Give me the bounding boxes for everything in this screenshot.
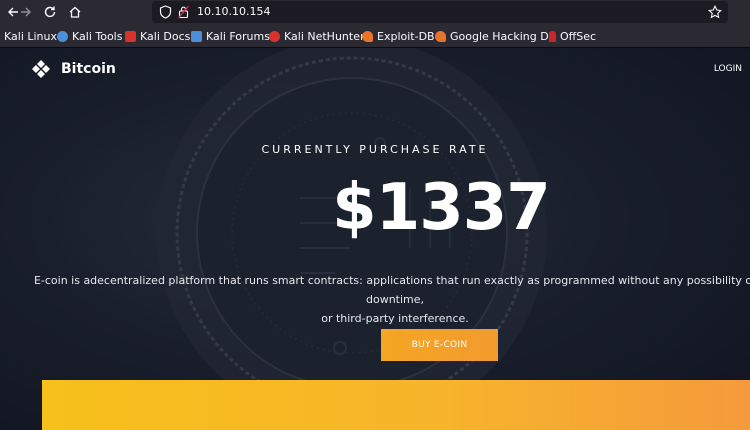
- diamond-logo-icon: [32, 60, 50, 78]
- browser-nav-bar: 10.10.10.154: [0, 0, 750, 25]
- star-bookmark-icon[interactable]: [708, 5, 722, 19]
- bookmark-label: Kali Docs: [140, 30, 191, 43]
- arrow-right-icon: [21, 7, 31, 17]
- bookmark-label: Google Hacking DB: [450, 30, 557, 43]
- brand-logo[interactable]: Bitcoin: [31, 59, 116, 79]
- hero-description-line-1: E-coin is adecentralized platform that r…: [33, 274, 750, 306]
- bookmark-offsec[interactable]: OffSec: [549, 29, 596, 44]
- ghdb-icon: [435, 31, 446, 42]
- home-icon: [69, 6, 81, 18]
- nethunter-icon: [269, 31, 280, 42]
- buy-ecoin-button[interactable]: BUY E-COIN: [381, 329, 498, 361]
- kali-tools-icon: [57, 31, 68, 42]
- bookmark-google-hacking-db[interactable]: Google Hacking DB: [435, 29, 556, 44]
- brand-name: Bitcoin: [61, 61, 116, 77]
- hero-description-line-2: or third-party interference.: [321, 312, 469, 325]
- hero-description: E-coin is adecentralized platform that r…: [30, 271, 750, 328]
- bookmark-kali-tools[interactable]: Kali Tools: [57, 29, 122, 44]
- bookmark-label: Kali Linux: [4, 30, 58, 43]
- bookmark-label: Kali Tools: [72, 30, 123, 43]
- home-button[interactable]: [65, 2, 85, 22]
- kali-forums-icon: [191, 31, 202, 42]
- feature-section-banner: [42, 380, 750, 430]
- web-page: Bitcoin LOGIN CURRENTLY PURCHASE RATE $1…: [0, 48, 750, 430]
- url-text[interactable]: 10.10.10.154: [197, 4, 270, 20]
- bookmarks-toolbar: Kali Linux Kali Tools Kali Docs Kali For…: [0, 25, 750, 48]
- bookmark-exploit-db[interactable]: Exploit-DB: [362, 29, 435, 44]
- bookmark-kali-docs[interactable]: Kali Docs: [125, 29, 190, 44]
- exploit-db-icon: [362, 31, 373, 42]
- bookmark-kali-forums[interactable]: Kali Forums: [191, 29, 270, 44]
- reload-icon: [44, 6, 56, 18]
- address-bar[interactable]: 10.10.10.154: [152, 1, 728, 23]
- offsec-icon: [549, 31, 556, 42]
- kali-docs-icon: [125, 31, 136, 42]
- reload-button[interactable]: [40, 2, 60, 22]
- bookmark-kali-nethunter[interactable]: Kali NetHunter: [269, 29, 365, 44]
- shield-icon[interactable]: [159, 5, 172, 19]
- bookmark-label: Exploit-DB: [377, 30, 435, 43]
- bookmark-label: OffSec: [560, 30, 597, 43]
- login-link[interactable]: LOGIN: [714, 64, 742, 74]
- bookmark-label: Kali Forums: [206, 30, 270, 43]
- price-value: $1337: [332, 171, 551, 245]
- bookmark-kali-linux[interactable]: Kali Linux: [4, 29, 57, 44]
- insecure-lock-icon[interactable]: [178, 5, 189, 19]
- bookmark-label: Kali NetHunter: [284, 30, 365, 43]
- forward-button[interactable]: [16, 2, 36, 22]
- purchase-rate-label: CURRENTLY PURCHASE RATE: [261, 143, 489, 156]
